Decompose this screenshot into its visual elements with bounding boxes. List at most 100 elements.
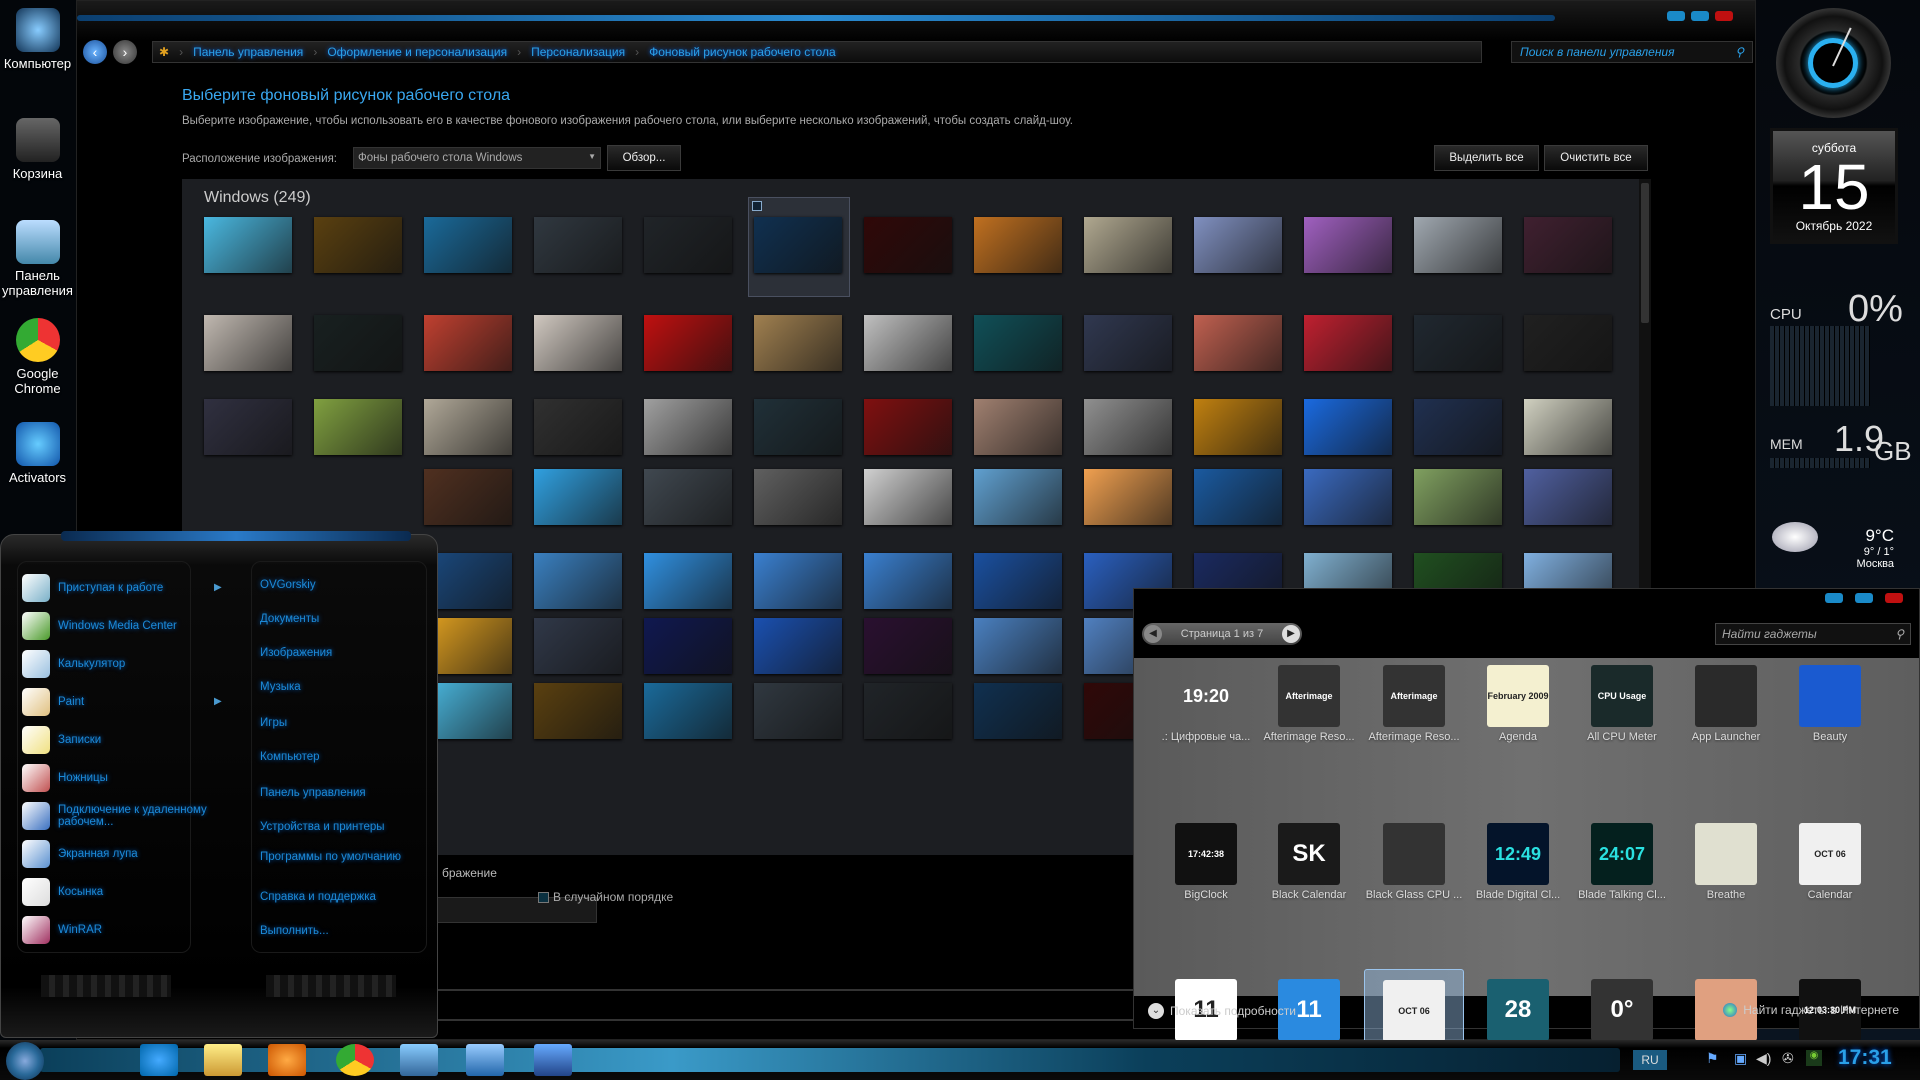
- wallpaper-thumbnail[interactable]: [1414, 469, 1502, 525]
- wallpaper-thumbnail[interactable]: [534, 553, 622, 609]
- wallpaper-thumbnail[interactable]: [204, 217, 292, 273]
- wallpaper-thumbnail[interactable]: [644, 469, 732, 525]
- wallpaper-thumbnail[interactable]: [644, 399, 732, 455]
- start-menu-place[interactable]: Панель управления: [260, 786, 420, 800]
- wallpaper-thumbnail[interactable]: [1524, 217, 1612, 273]
- desktop-icon[interactable]: Панель управления: [0, 220, 75, 298]
- wallpaper-thumbnail[interactable]: [754, 469, 842, 525]
- forward-button[interactable]: ›: [113, 40, 137, 64]
- wallpaper-thumbnail[interactable]: [1084, 217, 1172, 273]
- clock-gadget[interactable]: [1776, 8, 1891, 118]
- wallpaper-thumbnail[interactable]: [864, 217, 952, 273]
- start-menu-item[interactable]: Приступая к работе: [22, 574, 222, 602]
- wallpaper-thumbnail[interactable]: [864, 315, 952, 371]
- wallpaper-thumbnail[interactable]: [974, 553, 1062, 609]
- shuffle-checkbox[interactable]: В случайном порядке: [538, 890, 673, 904]
- maximize-button[interactable]: [1691, 11, 1709, 21]
- calendar-gadget[interactable]: суббота 15 Октябрь 2022: [1770, 128, 1898, 244]
- wallpaper-thumbnail[interactable]: [1304, 469, 1392, 525]
- gadget-item[interactable]: February 2009 Agenda: [1468, 655, 1568, 755]
- wallpaper-thumbnail[interactable]: [864, 553, 952, 609]
- weather-gadget[interactable]: 9°C 9° / 1° Москва: [1856, 526, 1894, 570]
- group-header[interactable]: Windows (249): [204, 189, 311, 207]
- breadcrumb-item[interactable]: Панель управления: [193, 45, 303, 59]
- wallpaper-thumbnail[interactable]: [974, 469, 1062, 525]
- gadget-search-input[interactable]: Найти гаджеты ⚲: [1715, 623, 1911, 645]
- start-menu-item[interactable]: Windows Media Center: [22, 612, 222, 640]
- wallpaper-thumbnail[interactable]: [644, 553, 732, 609]
- satellite-icon[interactable]: ✇: [1782, 1050, 1794, 1067]
- show-details-button[interactable]: ⌄ Показать подробности: [1148, 1003, 1296, 1019]
- desktop-icon[interactable]: Google Chrome: [0, 318, 75, 396]
- gadget-item[interactable]: Afterimage Afterimage Reso...: [1259, 655, 1359, 755]
- start-menu-place[interactable]: Справка и поддержка: [260, 890, 420, 904]
- wallpaper-thumbnail[interactable]: [1304, 217, 1392, 273]
- wallpaper-thumbnail[interactable]: [754, 399, 842, 455]
- location-dropdown[interactable]: Фоны рабочего стола Windows ▼: [353, 147, 601, 169]
- wallpaper-thumbnail[interactable]: [1304, 399, 1392, 455]
- wallpaper-thumbnail[interactable]: [644, 683, 732, 739]
- wallpaper-thumbnail[interactable]: [1524, 315, 1612, 371]
- wallpaper-thumbnail[interactable]: [1414, 315, 1502, 371]
- gadgets-icon[interactable]: [534, 1044, 572, 1076]
- minimize-button[interactable]: [1667, 11, 1685, 21]
- wallpaper-thumbnail[interactable]: [534, 618, 622, 674]
- wallpaper-thumbnail[interactable]: [864, 399, 952, 455]
- flag-icon[interactable]: ⚑: [1706, 1050, 1719, 1067]
- start-menu-item[interactable]: Подключение к удаленному рабочем...: [22, 802, 222, 830]
- nvidia-icon[interactable]: ◉: [1806, 1050, 1822, 1066]
- wallpaper-thumbnail[interactable]: [534, 315, 622, 371]
- gadget-item[interactable]: App Launcher: [1676, 655, 1776, 755]
- next-page-button[interactable]: ▶: [1282, 625, 1300, 643]
- wallpaper-thumbnail[interactable]: [534, 217, 622, 273]
- wallpaper-thumbnail[interactable]: [204, 315, 292, 371]
- breadcrumb-item[interactable]: Персонализация: [531, 45, 625, 59]
- start-menu-item[interactable]: Записки: [22, 726, 222, 754]
- wallpaper-thumbnail[interactable]: [314, 315, 402, 371]
- select-all-button[interactable]: Выделить все: [1434, 145, 1539, 171]
- wallpaper-thumbnail[interactable]: [314, 217, 402, 273]
- wallpaper-thumbnail[interactable]: [754, 553, 842, 609]
- wallpaper-thumbnail[interactable]: [1194, 315, 1282, 371]
- close-button[interactable]: [1885, 593, 1903, 603]
- wallpaper-thumbnail[interactable]: [424, 469, 512, 525]
- start-menu-place[interactable]: Компьютер: [260, 750, 420, 764]
- wallpaper-thumbnail[interactable]: [204, 399, 292, 455]
- wallpaper-thumbnail[interactable]: [1524, 469, 1612, 525]
- wallpaper-thumbnail[interactable]: [424, 399, 512, 455]
- wallpaper-thumbnail[interactable]: [644, 618, 732, 674]
- start-menu-place[interactable]: Документы: [260, 612, 420, 626]
- wallpaper-thumbnail[interactable]: [974, 315, 1062, 371]
- wallpaper-thumbnail[interactable]: [864, 469, 952, 525]
- wallpaper-thumbnail[interactable]: [754, 217, 842, 273]
- gadget-item[interactable]: 19:20 .: Цифровые ча...: [1156, 655, 1256, 755]
- wallpaper-thumbnail[interactable]: [1414, 217, 1502, 273]
- wallpaper-thumbnail[interactable]: [974, 217, 1062, 273]
- start-button[interactable]: [6, 1042, 44, 1080]
- wallpaper-thumbnail[interactable]: [754, 618, 842, 674]
- taskbar-clock[interactable]: 17:31: [1838, 1046, 1892, 1070]
- breadcrumb-item[interactable]: Фоновый рисунок рабочего стола: [649, 45, 836, 59]
- start-menu-item[interactable]: Калькулятор: [22, 650, 222, 678]
- wallpaper-thumbnail[interactable]: [534, 469, 622, 525]
- gadget-item[interactable]: CPU Usage All CPU Meter: [1572, 655, 1672, 755]
- gadget-item[interactable]: Afterimage Afterimage Reso...: [1364, 655, 1464, 755]
- start-menu-item[interactable]: Экранная лупа: [22, 840, 222, 868]
- wallpaper-thumbnail[interactable]: [974, 683, 1062, 739]
- wallpaper-thumbnail[interactable]: [1084, 469, 1172, 525]
- desktop-icon[interactable]: Компьютер: [0, 8, 75, 71]
- prev-page-button[interactable]: ◀: [1144, 625, 1162, 643]
- wallpaper-thumbnail[interactable]: [754, 683, 842, 739]
- gadget-item[interactable]: 17:42:38 BigClock: [1156, 813, 1256, 913]
- wallpaper-thumbnail[interactable]: [1414, 399, 1502, 455]
- wallpaper-thumbnail[interactable]: [1524, 399, 1612, 455]
- wallpaper-thumbnail[interactable]: [1194, 469, 1282, 525]
- minimize-button[interactable]: [1825, 593, 1843, 603]
- wallpaper-thumbnail[interactable]: [644, 315, 732, 371]
- clear-all-button[interactable]: Очистить все: [1544, 145, 1648, 171]
- wallpaper-thumbnail[interactable]: [864, 683, 952, 739]
- wallpaper-thumbnail[interactable]: [864, 618, 952, 674]
- start-menu-place[interactable]: Программы по умолчанию: [260, 850, 420, 864]
- language-indicator[interactable]: RU: [1633, 1050, 1667, 1070]
- breadcrumb-item[interactable]: Оформление и персонализация: [327, 45, 507, 59]
